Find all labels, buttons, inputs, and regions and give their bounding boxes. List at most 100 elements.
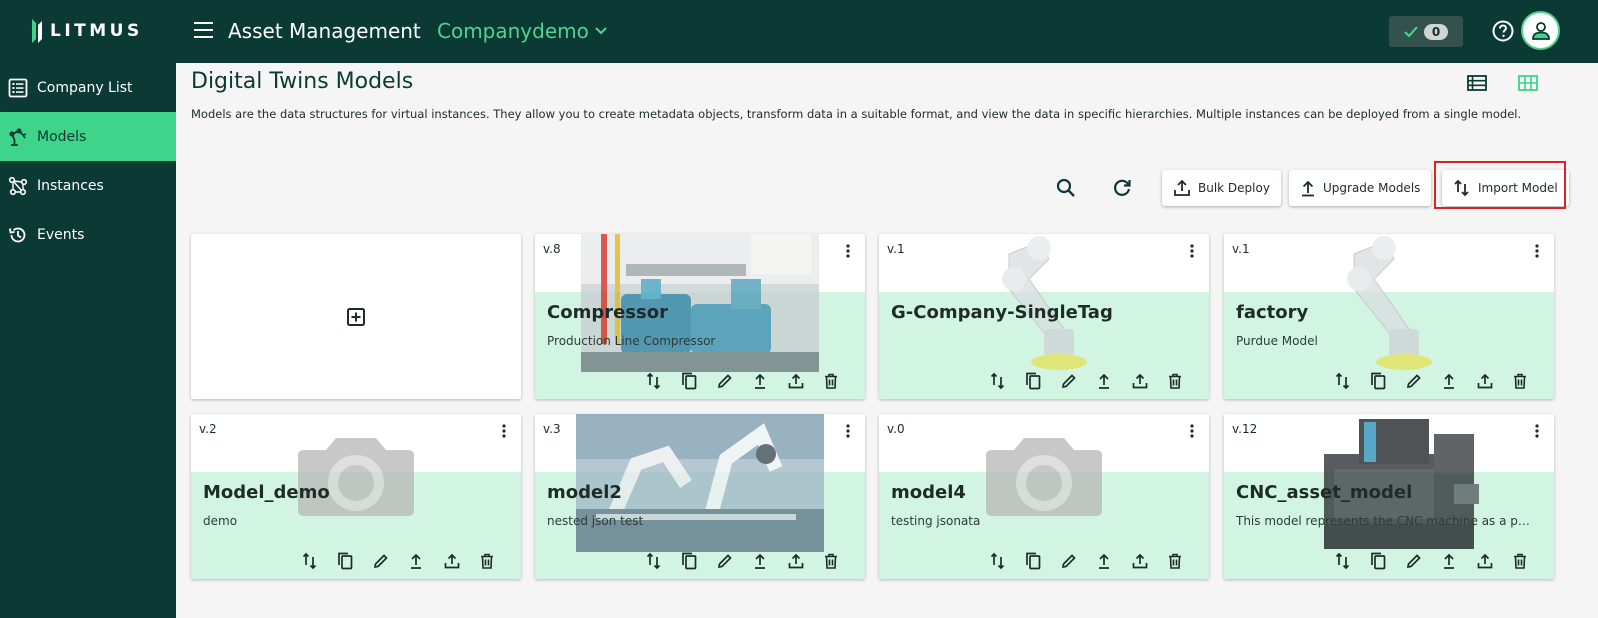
edit-icon[interactable]: [1051, 551, 1087, 571]
upload-icon[interactable]: [1122, 551, 1158, 571]
model-version: v.0: [887, 422, 905, 436]
upgrade-icon[interactable]: [1432, 371, 1468, 391]
upgrade-icon: [1302, 180, 1314, 197]
copy-icon[interactable]: [1361, 551, 1397, 571]
edit-icon[interactable]: [1396, 551, 1432, 571]
more-vert-icon[interactable]: [845, 243, 851, 259]
bulk-deploy-button[interactable]: Bulk Deploy: [1162, 170, 1281, 206]
more-vert-icon[interactable]: [1534, 423, 1540, 439]
litmus-logo[interactable]: LITMUS: [30, 17, 143, 45]
swap-icon[interactable]: [980, 551, 1016, 571]
delete-icon[interactable]: [814, 371, 850, 391]
upgrade-icon[interactable]: [1087, 371, 1123, 391]
delete-icon[interactable]: [814, 551, 850, 571]
edit-icon[interactable]: [707, 371, 743, 391]
camera-placeholder-icon: [986, 438, 1102, 516]
model-version: v.1: [1232, 242, 1250, 256]
model-name: CNC_asset_model: [1236, 482, 1413, 503]
sidebar-item-models[interactable]: Models: [0, 112, 176, 161]
delete-icon[interactable]: [1158, 371, 1194, 391]
upload-icon[interactable]: [434, 551, 470, 571]
copy-icon[interactable]: [1361, 371, 1397, 391]
model-version: v.12: [1232, 422, 1258, 436]
model-description: This model represents the CNC machine as…: [1236, 514, 1536, 528]
card-actions: [980, 371, 1193, 391]
more-vert-icon[interactable]: [1189, 423, 1195, 439]
model-description: demo: [203, 514, 238, 528]
card-actions: [636, 371, 849, 391]
swap-icon[interactable]: [1325, 551, 1361, 571]
model-card-factory[interactable]: v.1 factory Purdue Model: [1224, 234, 1554, 399]
upload-icon[interactable]: [778, 371, 814, 391]
more-vert-icon[interactable]: [501, 423, 507, 439]
upgrade-icon[interactable]: [1432, 551, 1468, 571]
edit-icon[interactable]: [363, 551, 399, 571]
robot-arm-icon: [9, 127, 27, 146]
upload-icon[interactable]: [1467, 551, 1503, 571]
model-name: model4: [891, 482, 966, 503]
upgrade-icon[interactable]: [743, 371, 779, 391]
model-card-cnc-asset-model[interactable]: v.12 CNC_asset_model This model represen…: [1224, 414, 1554, 579]
import-icon: [1454, 179, 1469, 197]
model-card-g-company-singletag[interactable]: v.1 G-Company-SingleTag: [879, 234, 1209, 399]
sidebar-item-instances[interactable]: Instances: [0, 161, 176, 210]
more-vert-icon[interactable]: [845, 423, 851, 439]
card-actions: [292, 551, 505, 571]
search-icon[interactable]: [1054, 176, 1078, 200]
model-card-compressor[interactable]: v.8 Compressor Production Line Compresso…: [535, 234, 865, 399]
sidebar-item-events[interactable]: Events: [0, 210, 176, 259]
copy-icon[interactable]: [1016, 371, 1052, 391]
model-card-model4[interactable]: v.0 model4 testing jsonata: [879, 414, 1209, 579]
page-title: Digital Twins Models: [191, 69, 414, 94]
swap-icon[interactable]: [1325, 371, 1361, 391]
upgrade-models-button[interactable]: Upgrade Models: [1289, 170, 1432, 206]
copy-icon[interactable]: [1016, 551, 1052, 571]
model-description: nested json test: [547, 514, 644, 528]
copy-icon[interactable]: [672, 551, 708, 571]
help-icon[interactable]: [1492, 20, 1514, 42]
model-name: Model_demo: [203, 482, 330, 503]
card-actions: [1325, 551, 1538, 571]
edit-icon[interactable]: [707, 551, 743, 571]
model-version: v.8: [543, 242, 561, 256]
more-vert-icon[interactable]: [1189, 243, 1195, 259]
upgrade-icon[interactable]: [1087, 551, 1123, 571]
upload-icon[interactable]: [1122, 371, 1158, 391]
user-avatar[interactable]: [1521, 11, 1560, 50]
upgrade-icon[interactable]: [743, 551, 779, 571]
delete-icon[interactable]: [1158, 551, 1194, 571]
import-model-button[interactable]: Import Model: [1442, 170, 1569, 206]
swap-icon[interactable]: [292, 551, 328, 571]
list-view-icon[interactable]: [1466, 73, 1488, 93]
copy-icon[interactable]: [328, 551, 364, 571]
delete-icon[interactable]: [470, 551, 506, 571]
company-name: Companydemo: [437, 19, 589, 43]
more-vert-icon[interactable]: [1534, 243, 1540, 259]
upload-icon: [1174, 179, 1190, 196]
user-icon: [1531, 21, 1550, 40]
upload-icon[interactable]: [1467, 371, 1503, 391]
delete-icon[interactable]: [1503, 551, 1539, 571]
model-card-model-demo[interactable]: v.2 Model_demo demo: [191, 414, 521, 579]
menu-icon[interactable]: [194, 22, 214, 40]
notification-count: 0: [1424, 23, 1448, 40]
notifications-button[interactable]: 0: [1389, 16, 1463, 47]
grid-view-icon[interactable]: [1517, 73, 1539, 93]
swap-icon[interactable]: [980, 371, 1016, 391]
model-version: v.1: [887, 242, 905, 256]
swap-icon[interactable]: [636, 371, 672, 391]
sidebar-item-company-list[interactable]: Company List: [0, 63, 176, 112]
delete-icon[interactable]: [1503, 371, 1539, 391]
edit-icon[interactable]: [1051, 371, 1087, 391]
card-actions: [636, 551, 849, 571]
copy-icon[interactable]: [672, 371, 708, 391]
swap-icon[interactable]: [636, 551, 672, 571]
upload-icon[interactable]: [778, 551, 814, 571]
upgrade-icon[interactable]: [399, 551, 435, 571]
refresh-icon[interactable]: [1110, 176, 1134, 200]
sidebar-item-label: Models: [37, 128, 87, 145]
add-model-card[interactable]: [191, 234, 521, 399]
company-selector[interactable]: Companydemo: [437, 19, 608, 43]
model-card-model2[interactable]: v.3 model2 nested json test: [535, 414, 865, 579]
edit-icon[interactable]: [1396, 371, 1432, 391]
